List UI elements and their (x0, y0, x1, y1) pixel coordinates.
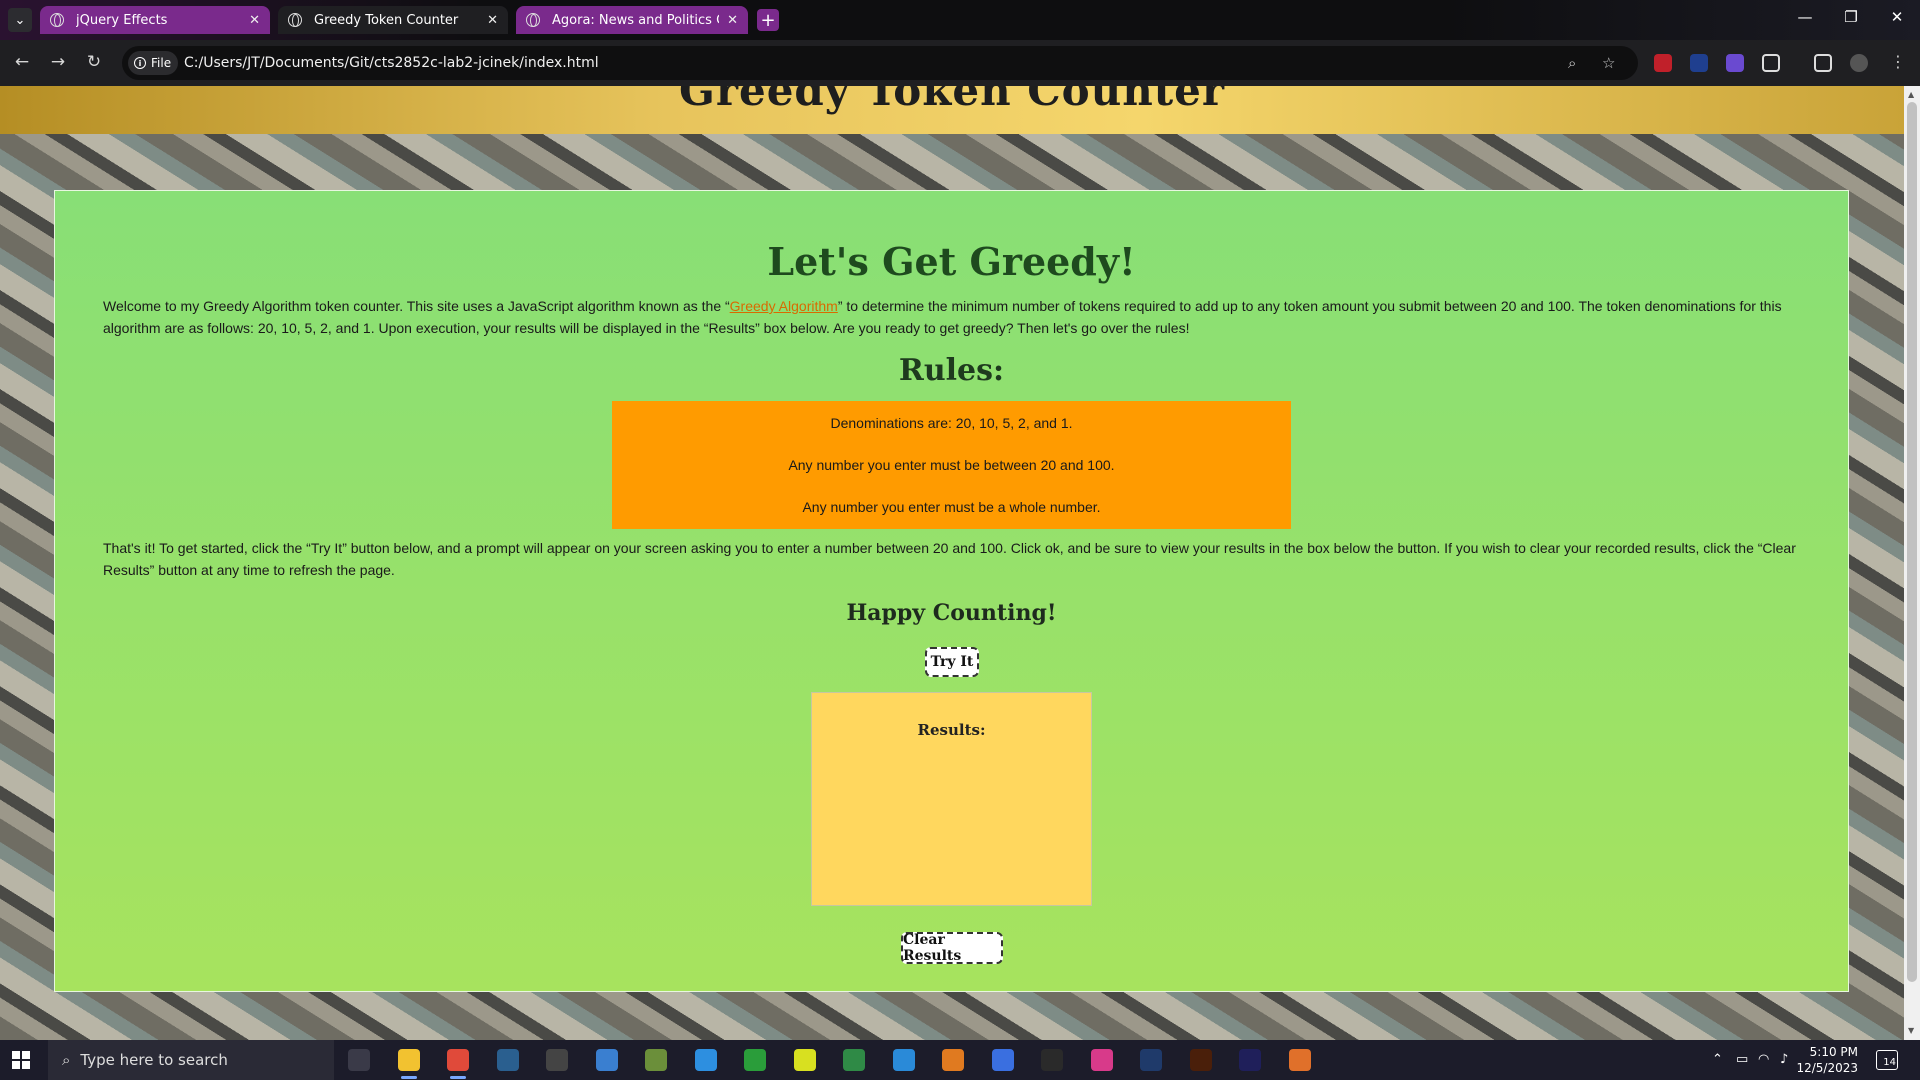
instructions-paragraph: That's it! To get started, click the “Tr… (103, 540, 1796, 578)
rules-heading: Rules: (898, 353, 1005, 388)
tab-title: jQuery Effects (76, 12, 168, 28)
browser-toolbar: ← → ↻ i File C:/Users/JT/Documents/Git/c… (0, 40, 1920, 86)
epic-games-icon[interactable] (546, 1049, 568, 1071)
site-info-label: File (151, 56, 172, 70)
edge-app-icon[interactable] (992, 1049, 1014, 1071)
microsoft-store-icon[interactable] (596, 1049, 618, 1071)
windows-taskbar: ⌕ Type here to search ⌃ ▭ ◠ ♪ 5:10 PM 12… (0, 1040, 1920, 1080)
network-icon[interactable]: ◠ (1758, 1052, 1769, 1067)
scroll-up-arrow-icon[interactable]: ▲ (1908, 90, 1914, 99)
page-scrollbar[interactable]: ▲ ▼ (1904, 86, 1920, 1040)
taskbar-search-box[interactable]: ⌕ Type here to search (48, 1040, 334, 1080)
firefox-icon[interactable] (1289, 1049, 1311, 1071)
meet-now-icon[interactable]: ▭ (1736, 1052, 1748, 1067)
results-box: Results: (811, 692, 1092, 906)
url-text[interactable]: C:/Users/JT/Documents/Git/cts2852c-lab2-… (184, 55, 599, 71)
main-content-panel: Let's Get Greedy! Welcome to my Greedy A… (54, 190, 1849, 992)
rules-box: Denominations are: 20, 10, 5, 2, and 1. … (612, 401, 1291, 529)
intro-paragraph: Welcome to my Greedy Algorithm token cou… (103, 295, 1803, 339)
close-window-button[interactable]: ✕ (1882, 8, 1912, 26)
illustrator-icon[interactable] (1190, 1049, 1212, 1071)
info-icon: i (134, 57, 146, 69)
scroll-down-arrow-icon[interactable]: ▼ (1908, 1026, 1914, 1035)
pycharm-icon[interactable] (794, 1049, 816, 1071)
clear-results-button[interactable]: Clear Results (901, 932, 1003, 964)
reload-button[interactable]: ↻ (82, 52, 106, 72)
photoshop-icon[interactable] (1140, 1049, 1162, 1071)
close-tab-icon[interactable]: ✕ (487, 13, 498, 28)
obs-icon[interactable] (1041, 1049, 1063, 1071)
results-label: Results: (917, 721, 986, 739)
tray-overflow-chevron-icon[interactable]: ⌃ (1712, 1052, 1723, 1067)
happy-counting-heading: Happy Counting! (846, 600, 1057, 626)
search-icon: ⌕ (62, 1051, 71, 1069)
volume-icon[interactable]: ♪ (1780, 1052, 1788, 1067)
globe-icon (526, 13, 540, 27)
new-tab-button[interactable]: + (757, 9, 779, 31)
tab-title: Agora: News and Politics Chat (552, 12, 719, 28)
site-info-chip[interactable]: i File (128, 51, 178, 75)
minecraft-icon[interactable] (645, 1049, 667, 1071)
after-effects-icon[interactable] (1239, 1049, 1261, 1071)
profile-avatar-icon[interactable] (1850, 54, 1868, 72)
clock-date: 12/5/2023 (1796, 1061, 1858, 1075)
tab-greedy-token-counter[interactable]: Greedy Token Counter ✕ (278, 6, 508, 34)
file-explorer-icon[interactable] (398, 1049, 420, 1079)
greedy-algorithm-link[interactable]: Greedy Algorithm (730, 298, 838, 314)
tab-agora-news[interactable]: Agora: News and Politics Chat ✕ (516, 6, 748, 34)
system-clock[interactable]: 5:10 PM 12/5/2023 (1790, 1044, 1858, 1076)
tab-jquery-effects[interactable]: jQuery Effects ✕ (40, 6, 270, 34)
try-it-button[interactable]: Try It (925, 647, 979, 677)
task-view-icon[interactable] (348, 1049, 370, 1071)
ublock-origin-icon[interactable] (1654, 54, 1672, 72)
site-header: Greedy Token Counter (0, 86, 1904, 134)
back-button[interactable]: ← (10, 52, 34, 72)
minimize-button[interactable]: — (1790, 8, 1820, 26)
close-tab-icon[interactable]: ✕ (727, 13, 738, 28)
taskbar-search-placeholder: Type here to search (80, 1051, 228, 1069)
notification-center-icon[interactable]: 14 (1876, 1050, 1898, 1070)
extensions-puzzle-icon[interactable] (1762, 54, 1780, 72)
restore-button[interactable]: ❐ (1836, 8, 1866, 26)
xbox-icon[interactable] (744, 1049, 766, 1071)
page-viewport: Greedy Token Counter Let's Get Greedy! W… (0, 86, 1904, 1040)
blender-icon[interactable] (942, 1049, 964, 1071)
tab-search-chevron-icon[interactable]: ⌄ (8, 8, 32, 32)
globe-icon (288, 13, 302, 27)
chrome-icon[interactable] (447, 1049, 469, 1079)
vscode-icon[interactable] (893, 1049, 915, 1071)
side-panel-icon[interactable] (1814, 54, 1832, 72)
intro-text-start: Welcome to my Greedy Algorithm token cou… (103, 298, 730, 314)
rule-item: Denominations are: 20, 10, 5, 2, and 1. (830, 415, 1073, 431)
rule-item: Any number you enter must be a whole num… (802, 499, 1101, 515)
excel-icon[interactable] (843, 1049, 865, 1071)
menu-kebab-icon[interactable]: ⋮ (1890, 52, 1906, 71)
clock-time: 5:10 PM (1809, 1045, 1858, 1059)
shield-extension-icon[interactable] (1726, 54, 1744, 72)
globe-icon (50, 13, 64, 27)
bookmark-star-icon[interactable]: ☆ (1602, 54, 1615, 72)
close-tab-icon[interactable]: ✕ (249, 13, 260, 28)
folder-blue-icon[interactable] (695, 1049, 717, 1071)
windows-start-icon[interactable] (12, 1051, 30, 1069)
tab-title: Greedy Token Counter (314, 12, 459, 28)
instagram-icon[interactable] (1091, 1049, 1113, 1071)
zoom-icon[interactable]: ⌕ (1568, 54, 1576, 72)
address-bar[interactable]: i File C:/Users/JT/Documents/Git/cts2852… (122, 46, 1638, 80)
main-heading: Let's Get Greedy! (767, 239, 1136, 284)
forward-button[interactable]: → (46, 52, 70, 72)
browser-tab-bar: ⌄ jQuery Effects ✕ Greedy Token Counter … (0, 0, 1920, 40)
rule-item: Any number you enter must be between 20 … (788, 457, 1115, 473)
scroll-thumb[interactable] (1907, 102, 1917, 982)
steam-icon[interactable] (497, 1049, 519, 1071)
extension-wave-icon[interactable] (1690, 54, 1708, 72)
site-title: Greedy Token Counter (678, 86, 1226, 115)
